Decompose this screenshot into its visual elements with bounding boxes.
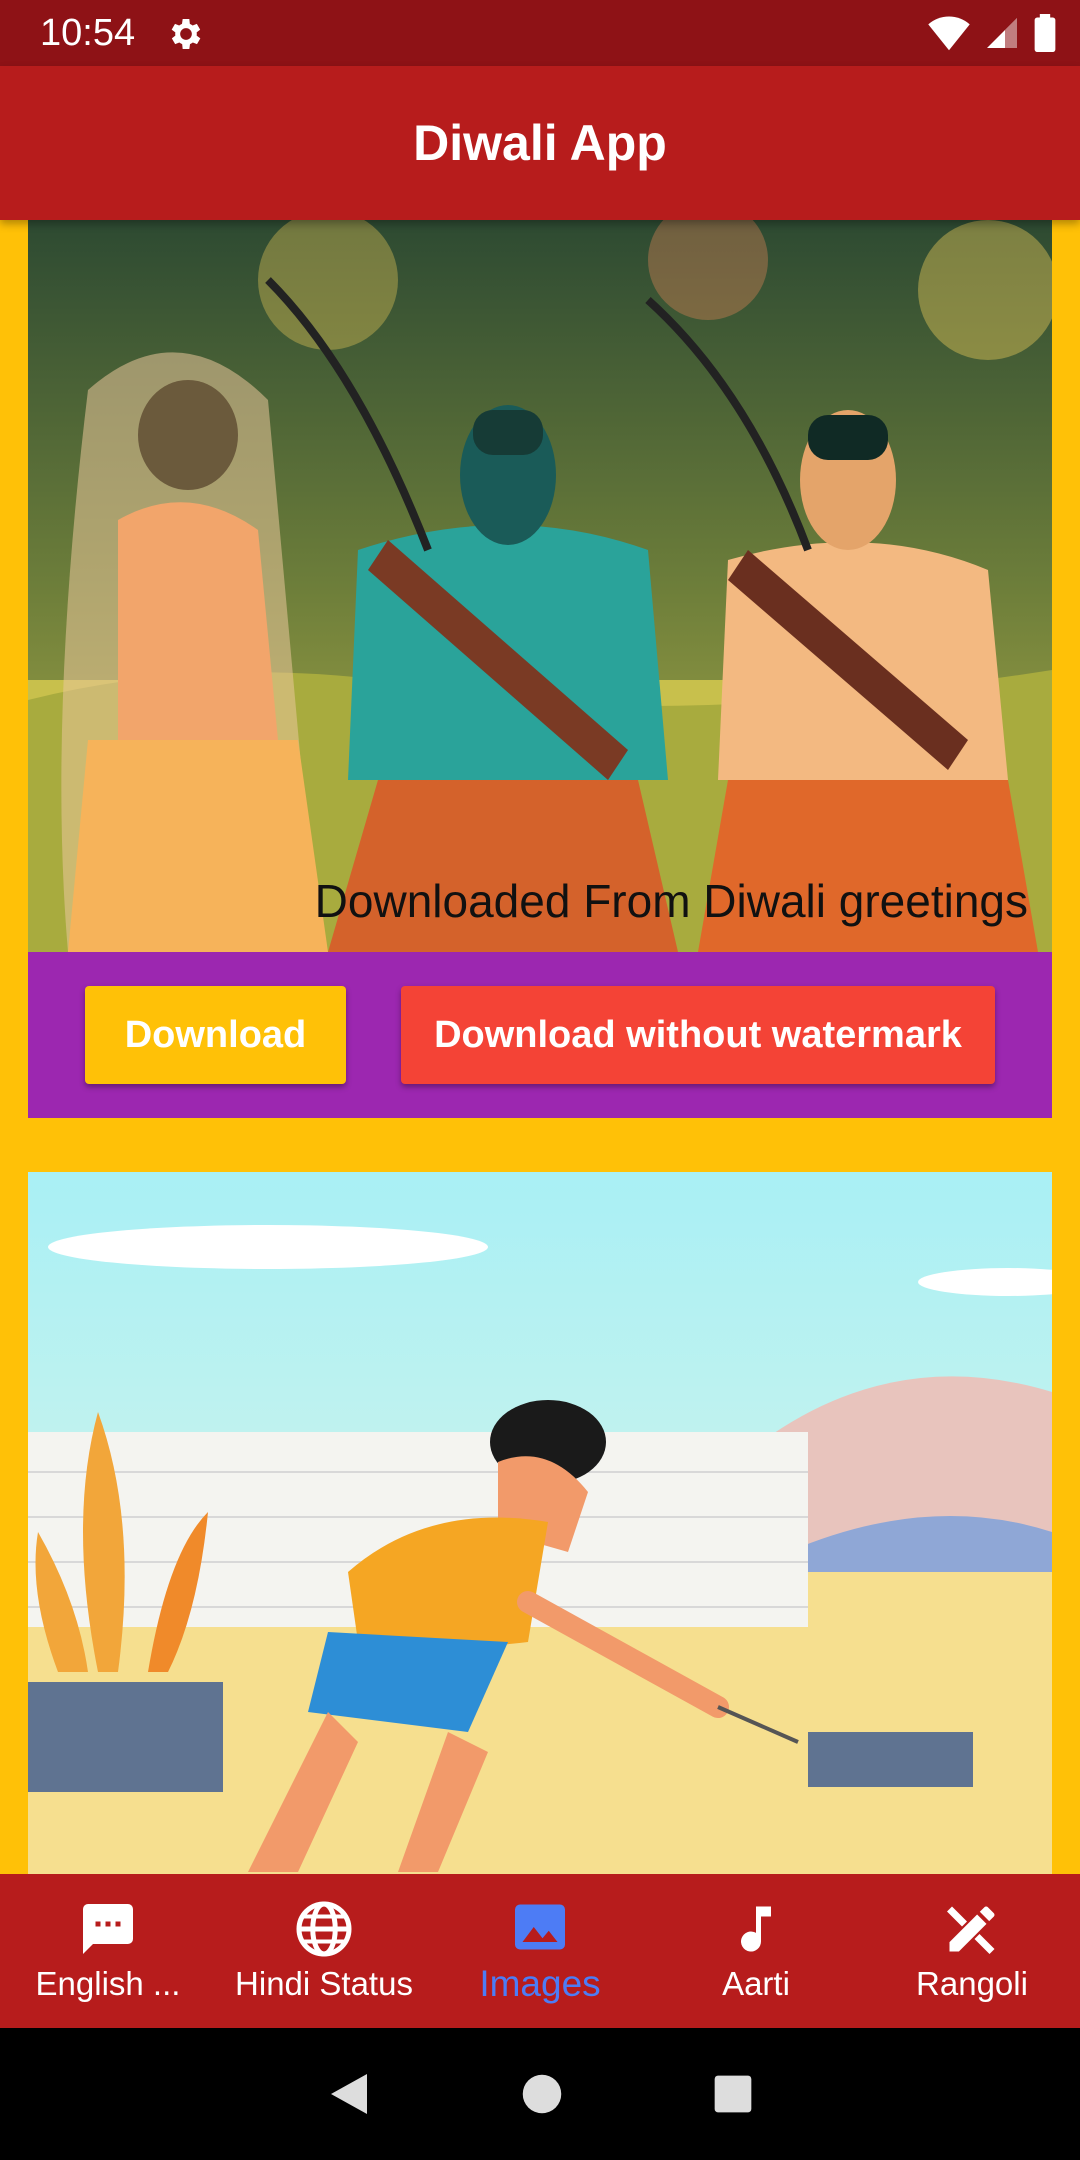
settings-gear-icon bbox=[171, 19, 201, 49]
boy-lighting-firecracker-illustration bbox=[28, 1172, 1052, 1874]
system-navigation-bar bbox=[0, 2028, 1080, 2160]
nav-label: English ... bbox=[35, 1965, 181, 2002]
status-bar: 10:54 bbox=[0, 0, 1080, 66]
image-card: Downloaded From Diwali greetings Downloa… bbox=[28, 220, 1052, 1118]
image-card bbox=[28, 1172, 1052, 1874]
rama-sita-lakshmana-illustration bbox=[28, 220, 1052, 952]
action-strip: Download Download without watermark bbox=[28, 952, 1052, 1118]
status-time: 10:54 bbox=[40, 12, 136, 54]
nav-item-english[interactable]: English ... bbox=[0, 1874, 216, 2028]
status-icons bbox=[928, 14, 1056, 52]
bottom-navigation: English ... Hindi Status Images Aarti Ra… bbox=[0, 1874, 1080, 2028]
nav-item-rangoli[interactable]: Rangoli bbox=[864, 1874, 1080, 2028]
image-icon bbox=[515, 1904, 565, 1950]
nav-label: Hindi Status bbox=[235, 1965, 413, 2002]
app-bar: Diwali App bbox=[0, 66, 1080, 220]
download-button[interactable]: Download bbox=[85, 986, 346, 1084]
nav-item-aarti[interactable]: Aarti bbox=[648, 1874, 864, 2028]
nav-label: Rangoli bbox=[916, 1965, 1028, 2002]
music-note-icon bbox=[741, 1906, 771, 1952]
nav-label: Images bbox=[479, 1963, 601, 2004]
signal-icon bbox=[987, 18, 1017, 48]
globe-icon bbox=[296, 1901, 352, 1957]
message-icon bbox=[83, 1904, 133, 1954]
download-without-watermark-button[interactable]: Download without watermark bbox=[401, 986, 995, 1084]
image-feed[interactable]: Downloaded From Diwali greetings Downloa… bbox=[0, 220, 1080, 1874]
design-tools-icon bbox=[947, 1906, 995, 1954]
app-title: Diwali App bbox=[413, 115, 667, 171]
diwali-illustration-image bbox=[28, 1172, 1052, 1874]
wifi-icon bbox=[928, 16, 970, 51]
home-icon[interactable] bbox=[521, 2073, 563, 2115]
nav-item-hindi-status[interactable]: Hindi Status bbox=[216, 1874, 432, 2028]
back-icon[interactable] bbox=[327, 2070, 371, 2118]
battery-icon bbox=[1034, 14, 1056, 52]
nav-label: Aarti bbox=[722, 1965, 790, 2002]
recents-icon[interactable] bbox=[713, 2074, 753, 2114]
diwali-illustration-image: Downloaded From Diwali greetings bbox=[28, 220, 1052, 952]
watermark-text: Downloaded From Diwali greetings bbox=[314, 875, 1028, 927]
nav-item-images[interactable]: Images bbox=[432, 1874, 648, 2028]
